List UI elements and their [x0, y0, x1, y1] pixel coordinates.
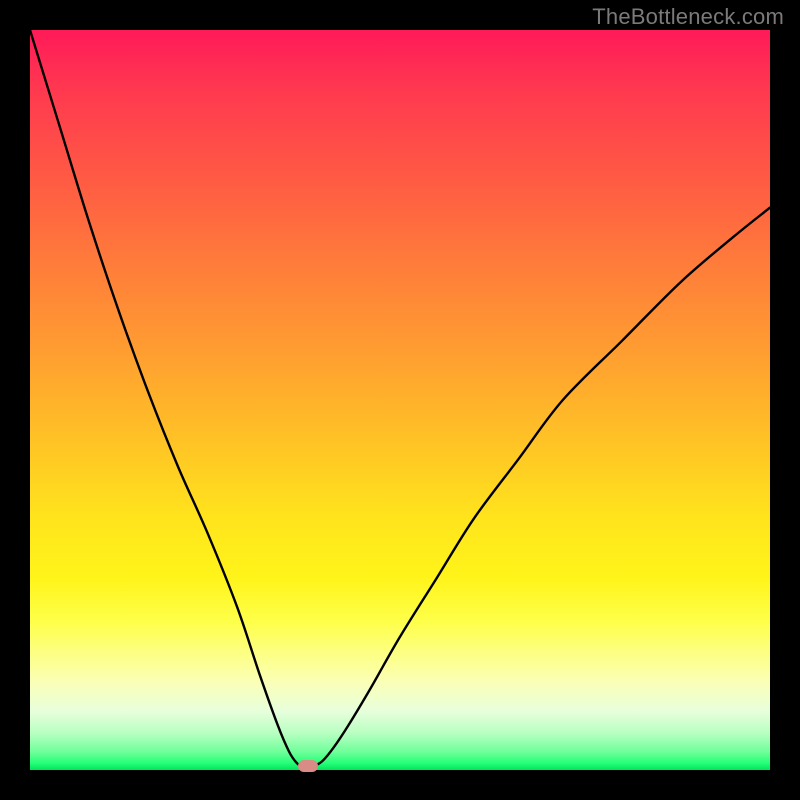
plot-area [30, 30, 770, 770]
chart-frame: TheBottleneck.com [0, 0, 800, 800]
min-marker [298, 760, 318, 772]
bottleneck-curve [30, 30, 770, 770]
source-attribution: TheBottleneck.com [592, 4, 784, 30]
